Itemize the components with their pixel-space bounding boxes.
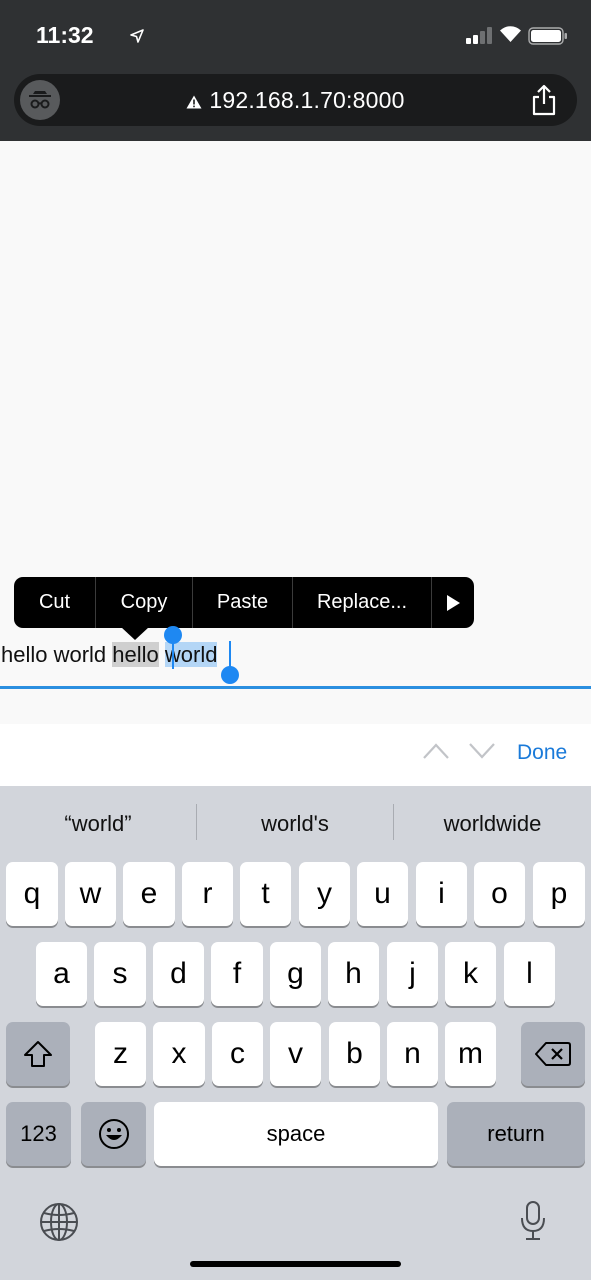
replace-menu-item[interactable]: Replace...	[293, 577, 432, 628]
keyboard-accessory-bar	[0, 724, 591, 786]
key-j[interactable]: j	[387, 942, 438, 1006]
cut-menu-item[interactable]: Cut	[14, 577, 96, 628]
key-s[interactable]: s	[94, 942, 146, 1006]
status-time: 11:32	[36, 22, 144, 49]
key-h[interactable]: h	[328, 942, 379, 1006]
key-x[interactable]: x	[153, 1022, 205, 1086]
key-d[interactable]: d	[153, 942, 204, 1006]
selection-handle-start[interactable]	[164, 626, 182, 644]
text-field-underline	[0, 686, 591, 689]
selection-handle-end[interactable]	[221, 666, 239, 684]
share-icon[interactable]	[531, 84, 557, 116]
browser-chrome: 11:32 192.168.1.70:8000	[0, 0, 591, 141]
key-o[interactable]: o	[474, 862, 525, 926]
selection-caret-end	[229, 641, 231, 669]
copy-menu-item[interactable]: Copy	[96, 577, 193, 628]
key-e[interactable]: e	[123, 862, 175, 926]
text-input-content[interactable]: hello world hello world	[1, 640, 218, 670]
play-arrow-icon	[447, 594, 460, 611]
warning-icon	[186, 95, 202, 108]
done-button[interactable]: Done	[517, 741, 567, 765]
suggestion-1[interactable]: “world”	[0, 808, 196, 840]
battery-icon	[528, 27, 567, 45]
suggestion-2[interactable]: world's	[197, 808, 393, 840]
key-c[interactable]: c	[212, 1022, 263, 1086]
menu-pointer	[121, 627, 149, 640]
key-b[interactable]: b	[329, 1022, 380, 1086]
text-space	[159, 642, 165, 667]
marked-word: hello	[112, 642, 159, 667]
emoji-key[interactable]	[81, 1102, 146, 1166]
key-p[interactable]: p	[533, 862, 585, 926]
key-k[interactable]: k	[445, 942, 496, 1006]
shift-key[interactable]	[6, 1022, 70, 1086]
globe-icon[interactable]	[39, 1202, 79, 1242]
microphone-icon[interactable]	[520, 1200, 546, 1242]
url-text: 192.168.1.70:8000	[209, 86, 405, 113]
wifi-icon	[500, 26, 521, 42]
address-bar[interactable]: 192.168.1.70:8000	[14, 74, 577, 126]
numbers-key[interactable]: 123	[6, 1102, 71, 1166]
next-field-icon[interactable]	[468, 742, 496, 760]
key-r[interactable]: r	[182, 862, 233, 926]
edit-context-menu: Cut Copy Paste Replace...	[14, 577, 474, 628]
key-t[interactable]: t	[240, 862, 291, 926]
key-u[interactable]: u	[357, 862, 408, 926]
status-time-label: 11:32	[36, 22, 94, 48]
key-y[interactable]: y	[299, 862, 350, 926]
key-g[interactable]: g	[270, 942, 321, 1006]
key-a[interactable]: a	[36, 942, 87, 1006]
backspace-icon	[535, 1042, 571, 1066]
key-m[interactable]: m	[445, 1022, 496, 1086]
key-z[interactable]: z	[95, 1022, 146, 1086]
key-w[interactable]: w	[65, 862, 116, 926]
previous-field-icon[interactable]	[422, 742, 450, 760]
key-n[interactable]: n	[387, 1022, 438, 1086]
return-key[interactable]: return	[447, 1102, 585, 1166]
selection-caret-start	[172, 641, 174, 669]
emoji-icon	[98, 1119, 129, 1149]
key-i[interactable]: i	[416, 862, 467, 926]
key-q[interactable]: q	[6, 862, 58, 926]
url-display[interactable]: 192.168.1.70:8000	[14, 74, 577, 126]
key-v[interactable]: v	[270, 1022, 321, 1086]
delete-key[interactable]	[521, 1022, 585, 1086]
space-key[interactable]: space	[154, 1102, 438, 1166]
shift-icon	[24, 1041, 52, 1067]
more-menu-button[interactable]	[432, 577, 474, 628]
suggestion-3[interactable]: worldwide	[394, 808, 591, 840]
key-f[interactable]: f	[211, 942, 263, 1006]
cell-signal-icon	[466, 27, 492, 44]
location-arrow-icon	[130, 29, 144, 43]
home-indicator	[190, 1261, 401, 1267]
key-l[interactable]: l	[504, 942, 555, 1006]
text-segment: hello world	[1, 642, 113, 667]
web-page-content	[0, 141, 591, 724]
paste-menu-item[interactable]: Paste	[193, 577, 293, 628]
